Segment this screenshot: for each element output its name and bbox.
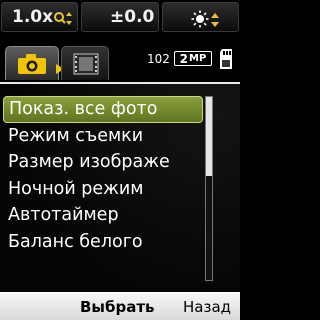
menu-item-shooting-mode[interactable]: Режим съемки: [3, 123, 203, 150]
film-icon: [73, 53, 99, 79]
camera-settings-menu: Показ. все фото Режим съемки Размер изоб…: [0, 82, 240, 292]
tab-video-camera[interactable]: [61, 46, 109, 80]
zoom-control[interactable]: 1.0x: [1, 2, 78, 32]
select-softkey[interactable]: Выбрать: [80, 298, 155, 316]
zoom-value: 1.0x: [12, 7, 54, 27]
menu-scrollbar[interactable]: [205, 96, 213, 281]
memory-card-icon: [219, 48, 233, 74]
menu-item-self-timer[interactable]: Автотаймер: [3, 202, 203, 229]
updown-arrows-icon: [211, 12, 219, 31]
softkey-bar: Выбрать Назад: [0, 292, 240, 320]
camera-icon: [17, 53, 47, 79]
menu-item-view-all-photos[interactable]: Показ. все фото: [3, 96, 203, 123]
menu-item-white-balance[interactable]: Баланс белого: [3, 229, 203, 256]
menu-item-night-mode[interactable]: Ночной режим: [3, 176, 203, 203]
white-balance-control[interactable]: [162, 2, 239, 32]
scrollbar-thumb[interactable]: [206, 97, 212, 176]
resolution-unit: MP: [189, 53, 207, 64]
menu-list: Показ. все фото Режим съемки Размер изоб…: [3, 96, 203, 255]
exposure-control[interactable]: ±0.0: [81, 2, 159, 32]
menu-item-image-size[interactable]: Размер изображе: [3, 149, 203, 176]
resolution-badge: 2 MP: [174, 51, 212, 66]
sun-icon: [191, 10, 209, 32]
resolution-number: 2: [179, 51, 189, 66]
exposure-value: ±0.0: [110, 7, 155, 27]
remaining-photos-count: 102: [147, 52, 170, 66]
mode-bar: 102 2 MP: [0, 38, 240, 82]
camera-status-bar: 1.0x ±0.0: [0, 0, 240, 36]
back-softkey[interactable]: Назад: [183, 298, 231, 316]
zoom-magnifier-icon: [53, 11, 73, 31]
tab-photo-camera[interactable]: [5, 46, 64, 80]
